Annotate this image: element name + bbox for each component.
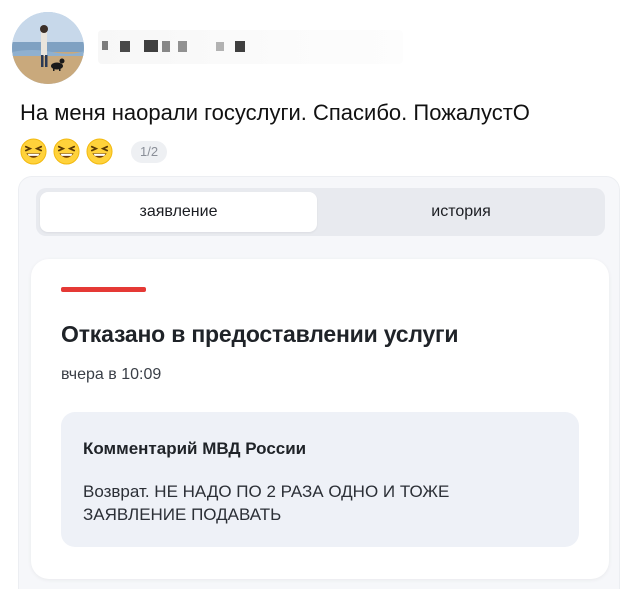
post-text: На меня наорали госуслуги. Спасибо. Пожа… (20, 100, 530, 125)
grinning-squinting-face-icon (20, 138, 47, 165)
status-timestamp: вчера в 10:09 (61, 366, 162, 383)
tab-application[interactable]: заявление (40, 192, 317, 232)
tab-switcher: заявление история (36, 188, 605, 236)
tab-history[interactable]: история (321, 192, 601, 232)
grinning-squinting-face-icon (53, 138, 80, 165)
agency-comment: Комментарий МВД России Возврат. НЕ НАДО … (61, 412, 579, 547)
grinning-squinting-face-icon (86, 138, 113, 165)
comment-title: Комментарий МВД России (83, 439, 307, 458)
avatar-photo (12, 12, 84, 84)
status-indicator-bar (61, 287, 146, 292)
emoji-row: 1/2 (20, 138, 168, 165)
image-counter-badge: 1/2 (131, 140, 168, 163)
author-name-redacted[interactable] (98, 30, 403, 64)
status-title: Отказано в предоставлении услуги (61, 321, 459, 347)
attached-screenshot[interactable]: заявление история Отказано в предоставле… (18, 176, 620, 589)
status-card: Отказано в предоставлении услуги вчера в… (31, 259, 609, 579)
author-avatar[interactable] (12, 12, 84, 84)
comment-body: Возврат. НЕ НАДО ПО 2 РАЗА ОДНО И ТОЖЕ З… (83, 482, 450, 524)
post: На меня наорали госуслуги. Спасибо. Пожа… (0, 0, 640, 589)
